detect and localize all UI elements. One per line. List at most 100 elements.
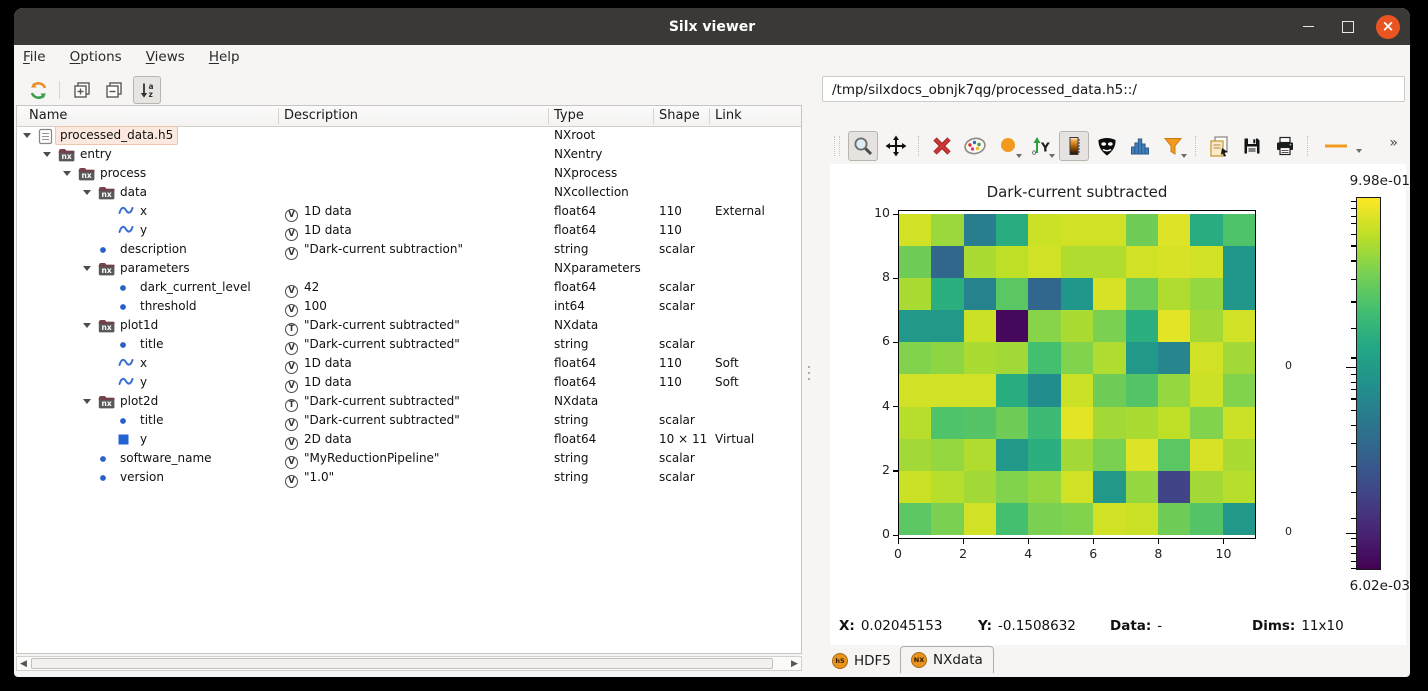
copy-button[interactable] <box>1204 131 1234 161</box>
hdf5-tree: Name Description Type Shape Link process… <box>16 105 802 654</box>
x-tick-label: 0 <box>884 546 912 561</box>
reset-zoom-button[interactable] <box>927 131 957 161</box>
marker-style-button[interactable] <box>993 131 1023 161</box>
colorbar[interactable] <box>1356 197 1381 570</box>
y-tick-label: 10 <box>856 205 890 220</box>
expand-all-button[interactable] <box>69 77 95 103</box>
title-bar[interactable]: Silx viewer × <box>14 8 1410 45</box>
refresh-button[interactable] <box>25 77 51 103</box>
y-tick-label: 0 <box>856 526 890 541</box>
heatmap-cell <box>1158 471 1190 503</box>
colormap-button[interactable] <box>960 131 990 161</box>
mask-icon <box>1095 135 1119 157</box>
column-header-shape[interactable]: Shape <box>659 106 700 126</box>
tree-horizontal-scrollbar[interactable]: ◀ ▶ <box>16 656 802 671</box>
y-tick-label: 8 <box>856 269 890 284</box>
menu-file[interactable]: File <box>23 49 46 65</box>
column-header-type[interactable]: Type <box>554 106 584 126</box>
close-button[interactable]: × <box>1376 15 1400 39</box>
tree-row-software_name[interactable]: software_nameV"MyReductionPipeline"strin… <box>17 449 801 468</box>
status-y: Y:-0.1508632 <box>978 618 1076 634</box>
tree-row-process[interactable]: nxprocessNXprocess <box>17 164 801 183</box>
expander-icon[interactable] <box>83 190 91 195</box>
tree-row-y[interactable]: yV2D datafloat6410 × 11Virtual <box>17 430 801 449</box>
column-header-link[interactable]: Link <box>715 106 742 126</box>
tab-hdf5[interactable]: h5HDF5 <box>822 649 901 673</box>
heatmap[interactable] <box>899 214 1255 535</box>
node-shape: 110 <box>659 373 682 392</box>
node-type: string <box>554 468 588 487</box>
svg-text:nx: nx <box>102 190 112 199</box>
heatmap-cell <box>899 471 931 503</box>
heatmap-cell <box>964 407 996 439</box>
tree-row-description[interactable]: descriptionV"Dark-current subtraction"st… <box>17 240 801 259</box>
menu-views[interactable]: Views <box>146 49 185 65</box>
node-name: parameters <box>120 259 190 278</box>
tree-row-x[interactable]: xV1D datafloat64110External <box>17 202 801 221</box>
scroll-right-arrow[interactable]: ▶ <box>788 657 801 670</box>
tree-row-plot2d[interactable]: nxplot2dT"Dark-current subtracted"NXdata <box>17 392 801 411</box>
heatmap-cell <box>1093 407 1125 439</box>
line-style-button[interactable] <box>1316 131 1356 161</box>
heatmap-cell <box>899 503 931 535</box>
dataset-path-field[interactable]: /tmp/silxdocs_obnjk7qg/processed_data.h5… <box>822 76 1405 102</box>
tree-row-dark_current_level[interactable]: dark_current_levelV42float64scalar <box>17 278 801 297</box>
tree-row-y[interactable]: yV1D datafloat64110 <box>17 221 801 240</box>
colorbar-toggle-button[interactable] <box>1059 131 1089 161</box>
view-tabs: h5HDF5NXNXdata <box>814 646 1410 674</box>
toolbar-overflow-button[interactable]: » <box>1389 135 1398 151</box>
mask-tools-button[interactable] <box>1092 131 1122 161</box>
tree-row-processed_data.h5[interactable]: processed_data.h5NXroot <box>17 126 801 145</box>
expander-icon[interactable] <box>83 399 91 404</box>
heatmap-cell <box>1093 278 1125 310</box>
menu-help[interactable]: Help <box>209 49 240 65</box>
sort-button[interactable]: a z <box>133 76 161 104</box>
tree-row-data[interactable]: nxdataNXcollection <box>17 183 801 202</box>
tree-row-entry[interactable]: nxentryNXentry <box>17 145 801 164</box>
expander-icon[interactable] <box>23 133 31 138</box>
menu-options[interactable]: Options <box>70 49 122 65</box>
expander-icon[interactable] <box>43 152 51 157</box>
histogram-button[interactable] <box>1125 131 1155 161</box>
tree-row-title[interactable]: titleV"Dark-current subtracted"stringsca… <box>17 335 801 354</box>
zoom-mode-button[interactable] <box>848 131 878 161</box>
tree-row-parameters[interactable]: nxparametersNXparameters <box>17 259 801 278</box>
plot-canvas[interactable]: Dark-current subtracted 02468100246810 0… <box>830 164 1406 607</box>
tree-row-threshold[interactable]: thresholdV100int64scalar <box>17 297 801 316</box>
heatmap-cell <box>1190 342 1222 374</box>
node-name: plot2d <box>120 392 158 411</box>
maximize-button[interactable] <box>1336 15 1360 39</box>
panel-splitter[interactable] <box>804 68 814 677</box>
heatmap-cell <box>1190 503 1222 535</box>
column-header-description[interactable]: Description <box>284 106 358 126</box>
tree-row-title[interactable]: titleV"Dark-current subtracted"stringsca… <box>17 411 801 430</box>
collapse-all-button[interactable] <box>101 77 127 103</box>
filter-button[interactable] <box>1158 131 1188 161</box>
heatmap-cell <box>1093 246 1125 278</box>
scrollbar-thumb[interactable] <box>31 658 773 669</box>
column-header-name[interactable]: Name <box>29 106 67 126</box>
tree-row-version[interactable]: versionV"1.0"stringscalar <box>17 468 801 487</box>
print-button[interactable] <box>1270 131 1300 161</box>
expander-icon[interactable] <box>83 266 91 271</box>
expander-icon[interactable] <box>83 323 91 328</box>
scalar-icon <box>118 280 128 299</box>
print-icon <box>1274 135 1296 157</box>
node-description: T"Dark-current subtracted" <box>285 316 460 336</box>
node-shape: 110 <box>659 221 682 240</box>
tree-row-plot1d[interactable]: nxplot1dT"Dark-current subtracted"NXdata <box>17 316 801 335</box>
y-axis-orientation-button[interactable]: Y 0 <box>1026 131 1056 161</box>
heatmap-cell <box>964 374 996 406</box>
heatmap-cell <box>1223 471 1255 503</box>
expander-icon[interactable] <box>63 171 71 176</box>
node-name: plot1d <box>120 316 158 335</box>
node-name: version <box>120 468 164 487</box>
heatmap-cell <box>1223 439 1255 471</box>
pan-mode-button[interactable] <box>881 131 911 161</box>
tree-row-x[interactable]: xV1D datafloat64110Soft <box>17 354 801 373</box>
minimize-button[interactable] <box>1296 15 1320 39</box>
tree-row-y[interactable]: yV1D datafloat64110Soft <box>17 373 801 392</box>
tab-nxdata[interactable]: NXNXdata <box>900 646 994 673</box>
save-button[interactable] <box>1237 131 1267 161</box>
scroll-left-arrow[interactable]: ◀ <box>17 657 30 670</box>
